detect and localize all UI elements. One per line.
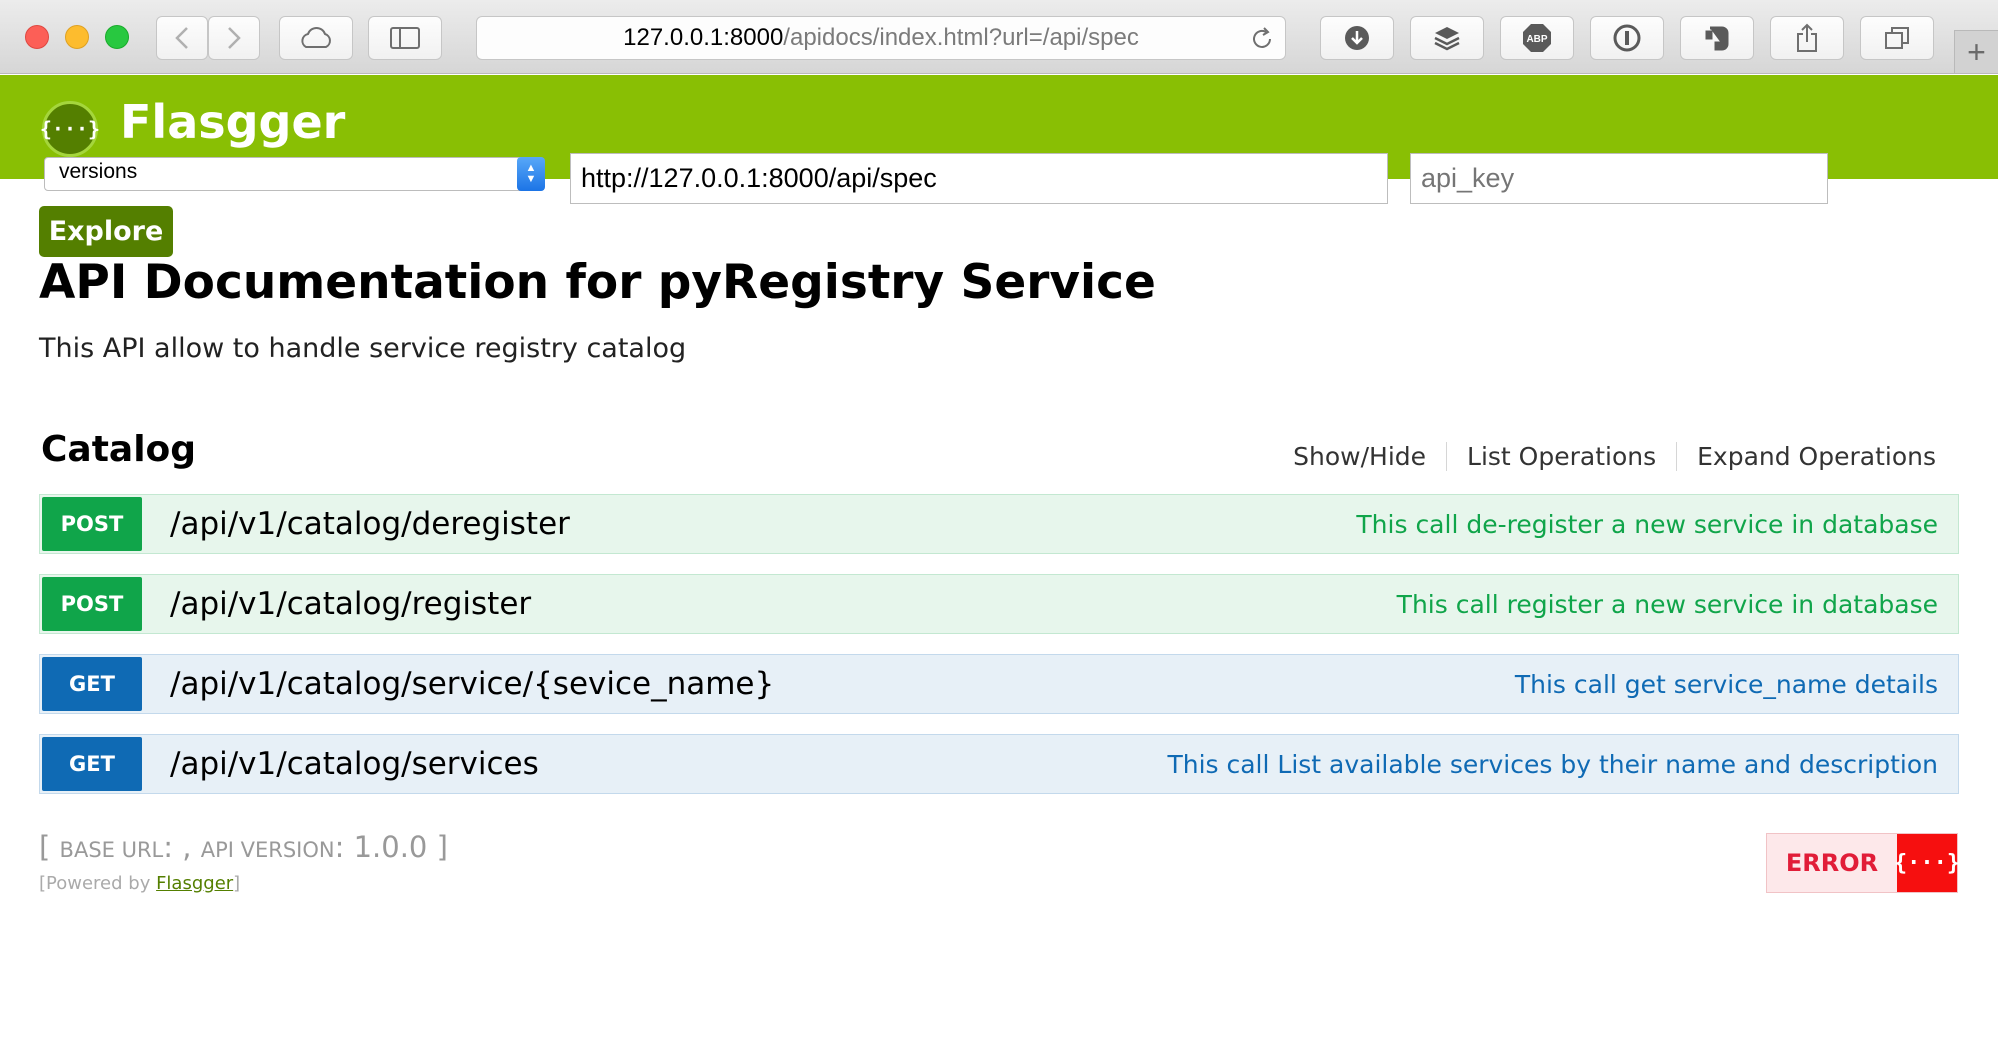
operation-summary[interactable]: This call de-register a new service in d… (1356, 510, 1938, 539)
tabs-icon (1885, 27, 1909, 49)
minimize-window-button[interactable] (65, 25, 89, 49)
list-operations-link[interactable]: List Operations (1447, 442, 1678, 471)
operation-summary[interactable]: This call get service_name details (1515, 670, 1938, 699)
operation-path[interactable]: /api/v1/catalog/register (170, 586, 531, 622)
operation-path[interactable]: /api/v1/catalog/service/{sevice_name} (170, 666, 774, 702)
base-url-value: : , (163, 830, 201, 864)
powered-prefix: [Powered by (39, 873, 157, 894)
base-url-label: BASE URL (59, 838, 164, 862)
flasgger-link[interactable]: Flasgger (156, 873, 233, 894)
address-bar[interactable]: 127.0.0.1:8000/apidocs/index.html?url=/a… (476, 16, 1286, 60)
layers-icon (1434, 27, 1460, 51)
keyhole-icon (1613, 24, 1641, 52)
adblock-button[interactable]: ABP (1500, 16, 1574, 60)
address-host: 127.0.0.1:8000 (623, 24, 784, 51)
page-title: API Documentation for pyRegistry Service (39, 255, 1156, 310)
select-arrows-icon: ▲ ▼ (517, 157, 545, 191)
expand-operations-link[interactable]: Expand Operations (1677, 442, 1936, 471)
share-icon (1797, 23, 1817, 52)
adblock-icon: ABP (1523, 24, 1551, 52)
tab-overview-button[interactable] (1860, 16, 1934, 60)
evernote-button[interactable] (1680, 16, 1754, 60)
address-path: /apidocs/index.html?url=/api/spec (783, 24, 1139, 51)
downloads-button[interactable] (1320, 16, 1394, 60)
reload-icon[interactable] (1249, 26, 1275, 59)
layers-extension-button[interactable] (1410, 16, 1484, 60)
http-method-badge[interactable]: POST (42, 577, 142, 631)
operation-path[interactable]: /api/v1/catalog/services (170, 746, 539, 782)
validator-status: ERROR (1767, 834, 1897, 892)
new-tab-button[interactable]: + (1954, 30, 1998, 74)
operation-row[interactable]: POST /api/v1/catalog/register This call … (39, 574, 1959, 634)
spec-url-input[interactable] (570, 153, 1388, 204)
operation-summary[interactable]: This call List available services by the… (1167, 750, 1938, 779)
http-method-badge[interactable]: GET (42, 657, 142, 711)
explore-button[interactable]: Explore (39, 206, 173, 257)
chevron-right-icon (228, 27, 241, 49)
versions-select-value: versions (59, 160, 138, 183)
show-hide-link[interactable]: Show/Hide (1273, 442, 1448, 471)
share-button[interactable] (1770, 16, 1844, 60)
password-manager-button[interactable] (1590, 16, 1664, 60)
api-description: This API allow to handle service registr… (39, 333, 687, 364)
operation-path[interactable]: /api/v1/catalog/deregister (170, 506, 570, 542)
operation-row[interactable]: POST /api/v1/catalog/deregister This cal… (39, 494, 1959, 554)
api-version-label: API VERSION (200, 838, 335, 862)
cloud-icon (301, 27, 331, 48)
base-open: [ (39, 830, 60, 864)
powered-suffix: ] (233, 873, 241, 894)
operation-row[interactable]: GET /api/v1/catalog/service/{sevice_name… (39, 654, 1959, 714)
api-key-input[interactable] (1410, 153, 1828, 204)
base-url-info: [ BASE URL: , API VERSION: 1.0.0 ] (39, 830, 448, 864)
elephant-icon (1705, 26, 1729, 51)
http-method-badge[interactable]: GET (42, 737, 142, 791)
zoom-window-button[interactable] (105, 25, 129, 49)
operation-summary[interactable]: This call register a new service in data… (1397, 590, 1938, 619)
forward-button[interactable] (208, 16, 260, 60)
download-icon (1345, 26, 1369, 50)
svg-text:ABP: ABP (1526, 34, 1547, 45)
api-version-value: : 1.0.0 ] (334, 830, 448, 864)
resource-options: Show/Hide List Operations Expand Operati… (1273, 442, 1936, 471)
validator-badge[interactable]: ERROR {···} (1766, 833, 1960, 893)
resource-heading-catalog[interactable]: Catalog (41, 429, 196, 470)
validator-logo-icon: {···} (1894, 834, 1960, 892)
flasgger-logo-icon[interactable]: {···} (40, 101, 100, 157)
back-button[interactable] (156, 16, 208, 60)
sidebar-icon (390, 27, 420, 49)
powered-by: [Powered by Flasgger] (39, 873, 240, 894)
versions-select[interactable]: versions ▲ ▼ (44, 157, 545, 191)
operation-row[interactable]: GET /api/v1/catalog/services This call L… (39, 734, 1959, 794)
http-method-badge[interactable]: POST (42, 497, 142, 551)
sidebar-toggle-button[interactable] (368, 16, 442, 60)
close-window-button[interactable] (25, 25, 49, 49)
brand-name[interactable]: Flasgger (120, 95, 345, 149)
chevron-left-icon (175, 27, 188, 49)
browser-toolbar: 127.0.0.1:8000/apidocs/index.html?url=/a… (0, 0, 1998, 74)
icloud-tabs-button[interactable] (279, 16, 353, 60)
